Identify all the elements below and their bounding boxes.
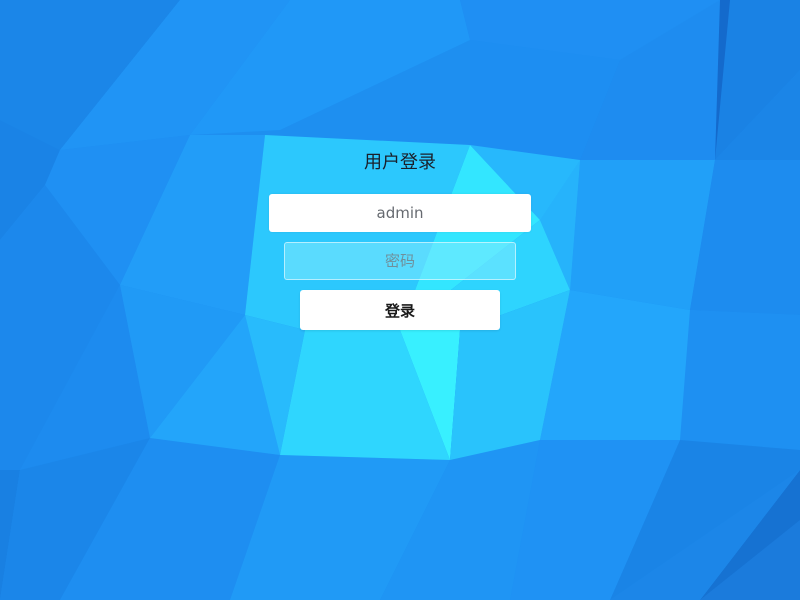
login-button[interactable]: 登录 — [300, 290, 500, 330]
username-input[interactable] — [269, 194, 531, 232]
login-title: 用户登录 — [364, 152, 436, 173]
login-page: 用户登录 登录 — [0, 0, 800, 600]
password-input[interactable] — [284, 242, 516, 280]
